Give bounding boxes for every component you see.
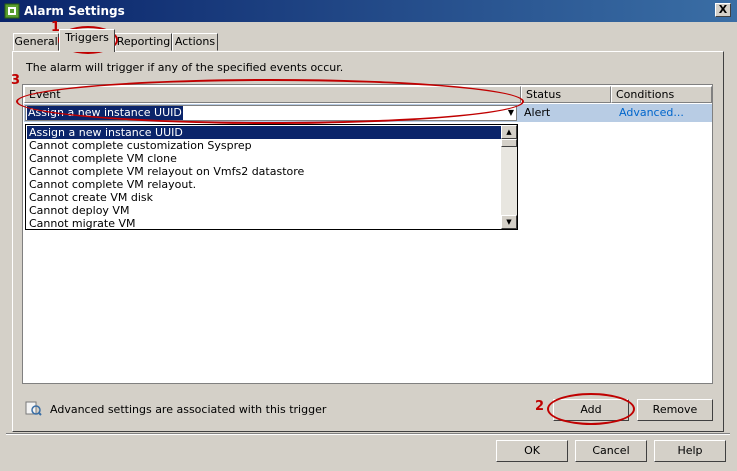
column-header-status[interactable]: Status xyxy=(521,86,611,103)
ok-button-label: OK xyxy=(524,444,540,457)
divider xyxy=(6,433,730,435)
window-title: Alarm Settings xyxy=(24,4,125,18)
callout-ellipse-event xyxy=(16,79,524,124)
callout-ellipse-add xyxy=(547,393,635,425)
list-item[interactable]: Cannot migrate VM xyxy=(27,217,501,229)
tab-general-label: General xyxy=(14,35,58,48)
advanced-settings-icon xyxy=(24,399,42,417)
list-item[interactable]: Cannot complete VM relayout. xyxy=(27,178,501,191)
conditions-header-label: Conditions xyxy=(616,88,675,101)
scroll-down-icon[interactable]: ▼ xyxy=(501,215,517,229)
tab-reporting[interactable]: Reporting xyxy=(115,33,172,51)
close-icon: X xyxy=(718,3,728,16)
callout-number-2: 2 xyxy=(535,399,545,414)
status-header-label: Status xyxy=(526,88,562,101)
tab-general[interactable]: General xyxy=(13,33,59,51)
list-item[interactable]: Assign a new instance UUID xyxy=(27,126,501,139)
tab-reporting-label: Reporting xyxy=(116,35,171,48)
cancel-button-label: Cancel xyxy=(592,444,630,457)
status-cell[interactable]: Alert xyxy=(524,106,550,120)
help-button-label: Help xyxy=(677,444,703,457)
remove-button-label: Remove xyxy=(652,403,698,416)
list-item[interactable]: Cannot deploy VM xyxy=(27,204,501,217)
list-item[interactable]: Cannot create VM disk xyxy=(27,191,501,204)
tab-actions[interactable]: Actions xyxy=(172,33,218,51)
close-button[interactable]: X xyxy=(715,3,731,17)
list-item[interactable]: Cannot complete VM relayout on Vmfs2 dat… xyxy=(27,165,501,178)
event-dropdown-list[interactable]: Assign a new instance UUID Cannot comple… xyxy=(25,124,518,230)
callout-number-3: 3 xyxy=(11,73,21,88)
help-button[interactable]: Help xyxy=(654,440,726,462)
advanced-settings-note: Advanced settings are associated with th… xyxy=(50,403,327,416)
cancel-button[interactable]: Cancel xyxy=(575,440,647,462)
tab-triggers[interactable]: Triggers xyxy=(59,29,115,52)
list-item[interactable]: Cannot complete VM clone xyxy=(27,152,501,165)
dropdown-scrollbar[interactable]: ▲ ▼ xyxy=(501,125,517,229)
column-header-conditions[interactable]: Conditions xyxy=(611,86,712,103)
remove-button[interactable]: Remove xyxy=(637,399,713,421)
conditions-advanced-link[interactable]: Advanced... xyxy=(619,106,684,120)
ok-button[interactable]: OK xyxy=(496,440,568,462)
list-item[interactable]: Cannot complete customization Sysprep xyxy=(27,139,501,152)
tab-triggers-label: Triggers xyxy=(65,31,109,44)
trigger-description: The alarm will trigger if any of the spe… xyxy=(26,61,344,74)
scroll-up-icon[interactable]: ▲ xyxy=(501,125,517,139)
tab-actions-label: Actions xyxy=(174,35,216,48)
scroll-thumb[interactable] xyxy=(501,139,517,147)
alarm-settings-icon xyxy=(4,3,20,19)
